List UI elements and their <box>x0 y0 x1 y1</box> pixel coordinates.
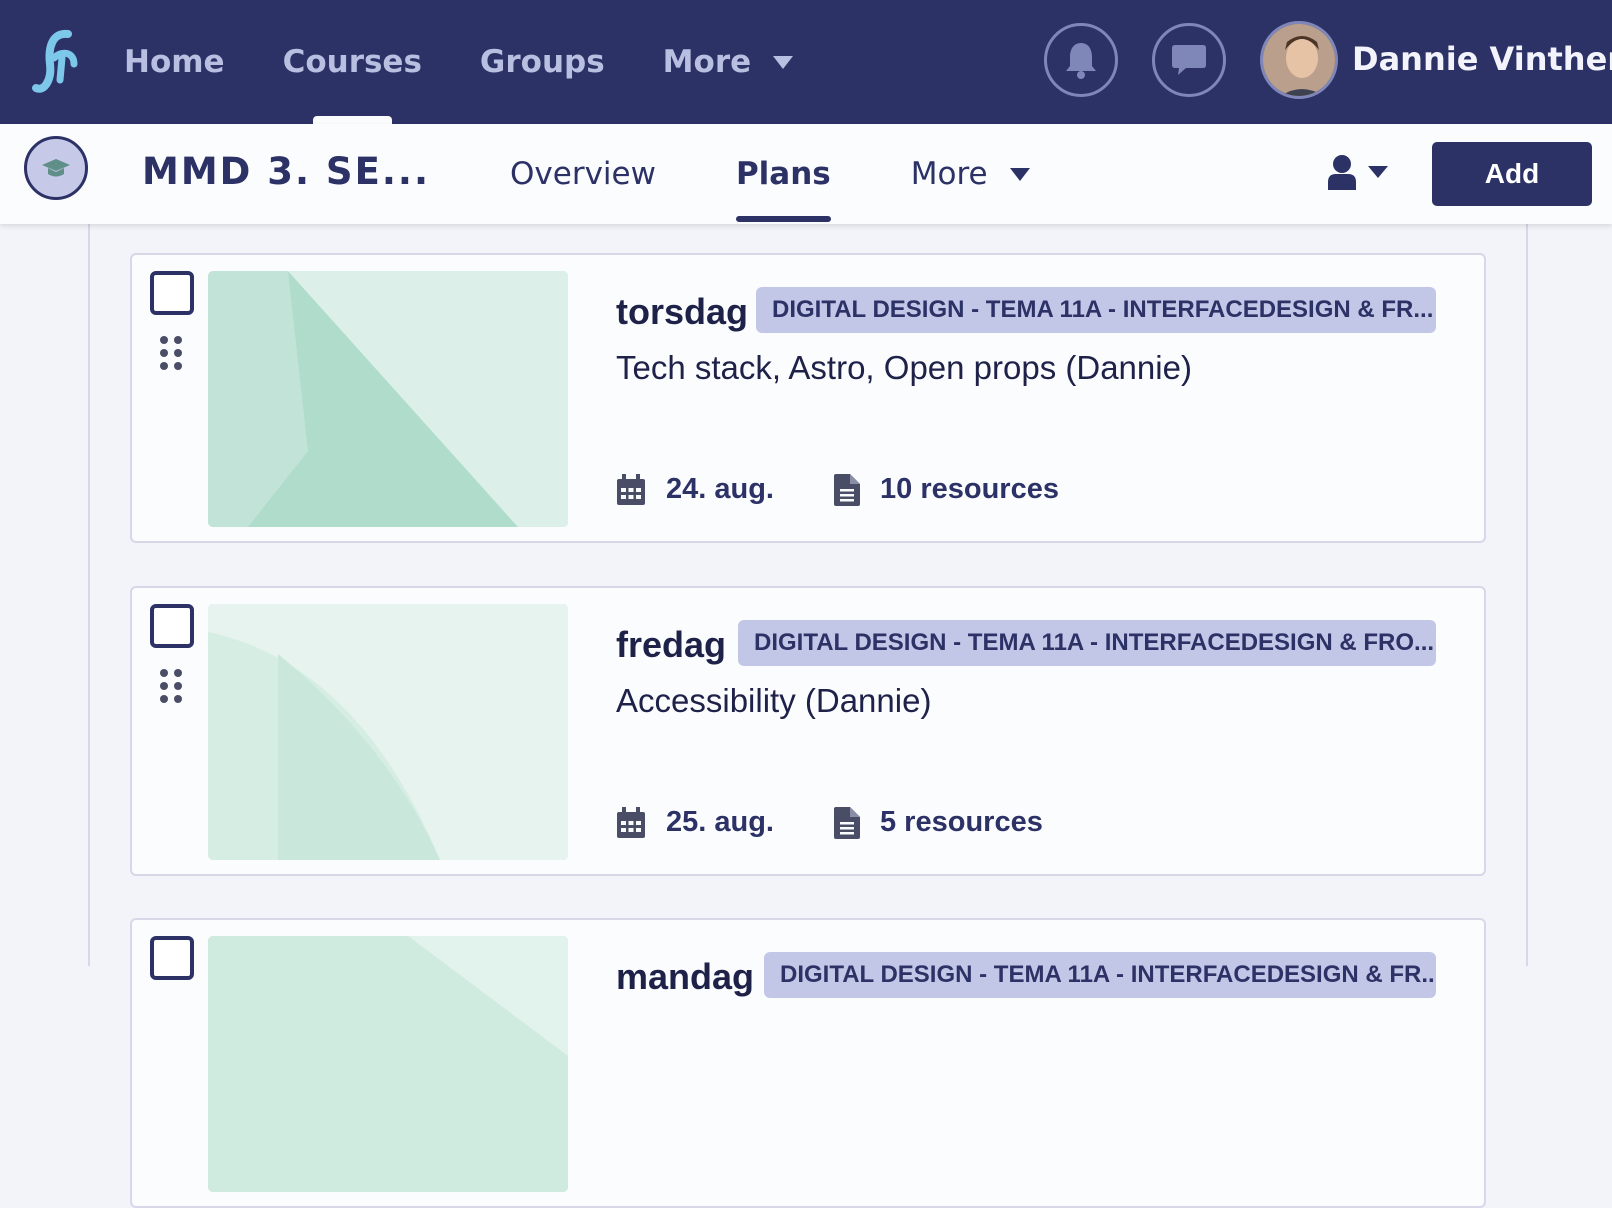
nav-more-label: More <box>662 44 752 80</box>
messages-button[interactable] <box>1152 23 1226 97</box>
nav-courses[interactable]: Courses <box>283 0 422 124</box>
nav-home[interactable]: Home <box>124 0 225 124</box>
plan-card[interactable]: torsdag DIGITAL DESIGN - TEMA 11A - INTE… <box>130 253 1486 543</box>
course-title[interactable]: MMD 3. SE... <box>142 150 430 193</box>
caret-down-icon <box>1009 167 1030 181</box>
app-logo-icon[interactable] <box>30 28 84 98</box>
user-name[interactable]: Dannie Vinther <box>1352 40 1612 78</box>
nav-groups[interactable]: Groups <box>480 0 605 124</box>
course-icon[interactable] <box>24 136 88 200</box>
notifications-button[interactable] <box>1044 23 1118 97</box>
caret-down-icon <box>773 55 794 69</box>
course-header: MMD 3. SE... Overview Plans More Add <box>0 124 1612 224</box>
plan-tag[interactable]: DIGITAL DESIGN - TEMA 11A - INTERFACEDES… <box>738 620 1436 666</box>
plan-meta: 24. aug. 10 resources <box>616 473 1059 506</box>
bell-icon <box>1066 43 1096 79</box>
plan-meta: 25. aug. 5 resources <box>616 806 1043 839</box>
tab-overview[interactable]: Overview <box>510 124 656 224</box>
plan-day: torsdag <box>616 291 749 332</box>
plan-card[interactable]: mandag DIGITAL DESIGN - TEMA 11A - INTER… <box>130 918 1486 1208</box>
main-nav: Home Courses Groups More <box>124 0 851 124</box>
plan-date: 24. aug. <box>666 473 774 505</box>
plan-title[interactable]: Accessibility (Dannie) <box>616 682 931 720</box>
plan-tag[interactable]: DIGITAL DESIGN - TEMA 11A - INTERFACEDES… <box>764 952 1436 998</box>
plan-tag[interactable]: DIGITAL DESIGN - TEMA 11A - INTERFACEDES… <box>756 287 1436 333</box>
top-navigation-bar: Home Courses Groups More Dannie Vinther <box>0 0 1612 124</box>
plan-checkbox[interactable] <box>150 604 194 648</box>
plan-resources[interactable]: 10 resources <box>880 473 1059 506</box>
caret-down-icon <box>1368 166 1388 178</box>
add-button[interactable]: Add <box>1432 142 1592 206</box>
plan-title[interactable]: Tech stack, Astro, Open props (Dannie) <box>616 349 1192 387</box>
nav-more[interactable]: More <box>662 0 794 124</box>
tab-plans[interactable]: Plans <box>735 124 831 224</box>
drag-handle-icon[interactable] <box>158 668 184 704</box>
calendar-icon <box>616 806 646 839</box>
document-icon <box>834 473 860 506</box>
plan-date: 25. aug. <box>666 806 774 838</box>
nav-home-label: Home <box>124 44 225 80</box>
course-tabs: Overview Plans More <box>510 124 1110 224</box>
tab-overview-label: Overview <box>510 156 656 192</box>
plan-day: mandag <box>616 956 755 997</box>
document-icon <box>834 806 860 839</box>
nav-groups-label: Groups <box>479 44 605 80</box>
tab-plans-label: Plans <box>735 156 831 192</box>
chat-icon <box>1172 45 1206 75</box>
plan-thumbnail[interactable] <box>208 936 568 1192</box>
tab-more[interactable]: More <box>911 124 1030 224</box>
role-view-menu[interactable] <box>1326 154 1388 190</box>
nav-courses-label: Courses <box>282 44 422 80</box>
plan-day: fredag <box>616 624 727 665</box>
graduation-cap-icon <box>42 159 70 177</box>
plan-thumbnail[interactable] <box>208 604 568 860</box>
plan-thumbnail[interactable] <box>208 271 568 527</box>
tab-more-label: More <box>910 156 988 192</box>
plan-resources[interactable]: 5 resources <box>880 806 1043 839</box>
calendar-icon <box>616 473 646 506</box>
plan-card[interactable]: fredag DIGITAL DESIGN - TEMA 11A - INTER… <box>130 586 1486 876</box>
user-avatar[interactable] <box>1260 21 1338 99</box>
drag-handle-icon[interactable] <box>158 335 184 371</box>
user-icon <box>1328 155 1356 190</box>
plan-checkbox[interactable] <box>150 271 194 315</box>
plan-checkbox[interactable] <box>150 936 194 980</box>
